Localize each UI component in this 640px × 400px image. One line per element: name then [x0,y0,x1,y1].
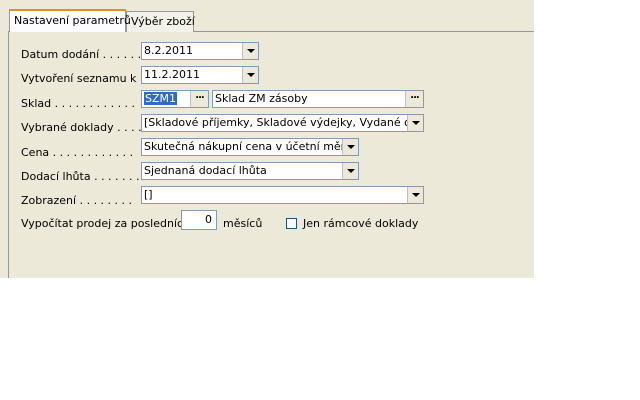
jen-ramcove-label: Jen rámcové doklady [303,217,419,230]
cena-label: Cena . . . . . . . . . . . . [21,146,134,159]
vybrane-doklady-label: Vybrané doklady . . . . [21,121,142,134]
vypocitat-unit: měsíců [223,217,263,230]
sklad-code-field[interactable]: SZM1 ... [141,90,209,108]
chevron-down-icon [346,145,355,149]
datum-dodani-field[interactable]: 8.2.2011 [141,42,259,60]
dialog-panel: Nastavení parametrů Výběr zboží Datum do… [0,0,534,278]
dodaci-lhuta-field[interactable]: Sjednaná dodací lhůta [141,162,359,180]
chevron-down-icon [246,73,255,77]
vypocitat-label: Vypočítat prodej za posledních [21,217,191,230]
tab-vyber-zbozi[interactable]: Výběr zboží [126,11,195,32]
vybrane-doklady-field[interactable]: [Skladové příjemky, Skladové výdejky, Vy… [141,114,424,132]
dodaci-lhuta-dropdown-button[interactable] [342,163,358,179]
zobrazeni-value: [] [144,188,153,201]
zobrazeni-dropdown-button[interactable] [407,187,423,203]
chevron-down-icon [246,49,255,53]
datum-dodani-label: Datum dodání . . . . . . [21,48,142,61]
chevron-down-icon [346,169,355,173]
sklad-label: Sklad . . . . . . . . . . . . [21,97,136,110]
sklad-code-browse-button[interactable]: ... [190,91,208,107]
sklad-name-value: Sklad ZM zásoby [215,92,308,105]
dodaci-lhuta-label: Dodací lhůta . . . . . . . [21,170,140,183]
vytvoreni-seznamu-dropdown-button[interactable] [242,67,258,83]
cena-dropdown-button[interactable] [342,139,358,155]
cena-field[interactable]: Skutečná nákupní cena v účetní měně [141,138,359,156]
tab-nastaveni-parametru[interactable]: Nastavení parametrů [9,9,131,32]
chevron-down-icon [411,193,420,197]
zobrazeni-label: Zobrazení . . . . . . . . [21,194,133,207]
vytvoreni-seznamu-value: 11.2.2011 [144,68,200,81]
chevron-down-icon [411,121,420,125]
datum-dodani-dropdown-button[interactable] [242,43,258,59]
vybrane-doklady-dropdown-button[interactable] [407,115,423,131]
vypocitat-months-input[interactable]: 0 [181,210,217,230]
jen-ramcove-checkbox[interactable] [286,218,297,229]
dodaci-lhuta-value: Sjednaná dodací lhůta [144,164,267,177]
cena-value: Skutečná nákupní cena v účetní měně [144,140,355,153]
zobrazeni-field[interactable]: [] [141,186,424,204]
vytvoreni-seznamu-field[interactable]: 11.2.2011 [141,66,259,84]
sklad-name-browse-button[interactable]: ... [405,91,423,107]
sklad-code-value: SZM1 [144,92,178,105]
datum-dodani-value: 8.2.2011 [144,44,193,57]
sklad-name-field[interactable]: Sklad ZM zásoby ... [212,90,424,108]
vytvoreni-seznamu-label: Vytvoření seznamu k . [21,72,144,85]
vybrane-doklady-value: [Skladové příjemky, Skladové výdejky, Vy… [144,116,424,129]
